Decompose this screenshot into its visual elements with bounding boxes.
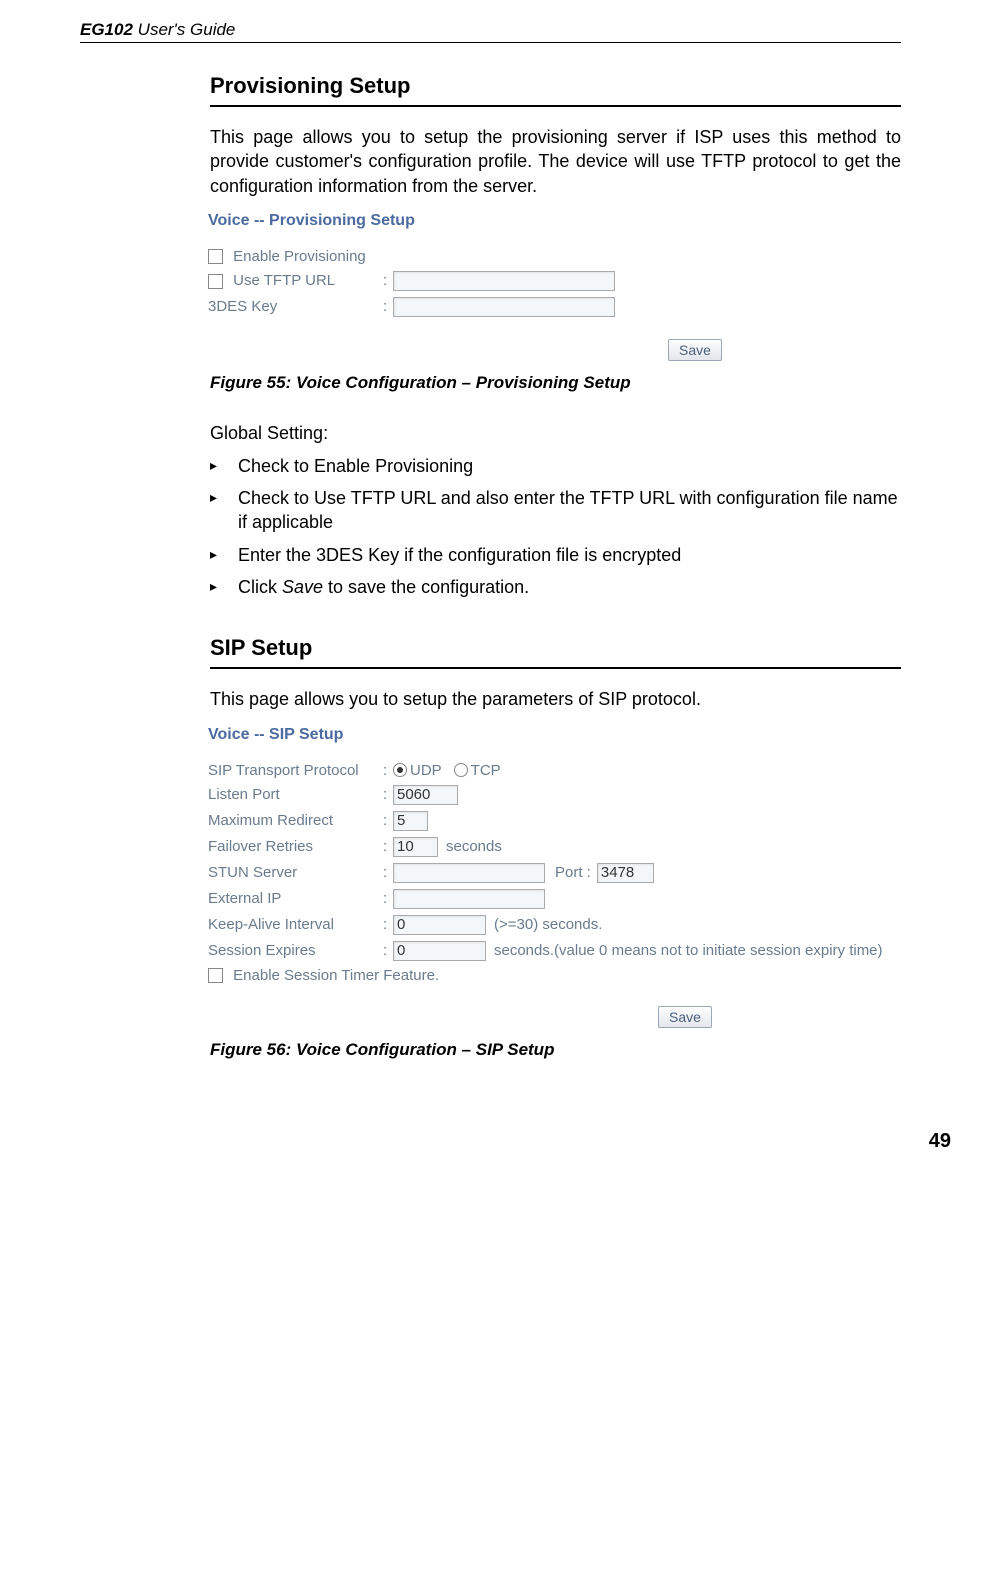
external-ip-label: External IP bbox=[208, 890, 383, 907]
bullet-arrow-icon: ▸ bbox=[210, 575, 238, 596]
des-key-input[interactable] bbox=[393, 297, 615, 317]
enable-session-timer-checkbox[interactable] bbox=[208, 968, 223, 983]
bullet-text: Check to Enable Provisioning bbox=[238, 454, 473, 478]
figure-55-caption: Figure 55: Voice Configuration – Provisi… bbox=[210, 373, 901, 393]
max-redirect-label: Maximum Redirect bbox=[208, 812, 383, 829]
global-setting-label: Global Setting: bbox=[210, 423, 901, 444]
use-tftp-checkbox[interactable] bbox=[208, 274, 223, 289]
sip-intro-text: This page allows you to setup the parame… bbox=[210, 687, 901, 711]
figure-56-caption: Figure 56: Voice Configuration – SIP Set… bbox=[210, 1040, 901, 1060]
bullet-save-word: Save bbox=[282, 577, 323, 597]
bullet-arrow-icon: ▸ bbox=[210, 486, 238, 507]
page-number: 49 bbox=[0, 1130, 981, 1163]
provisioning-fig-title: Voice -- Provisioning Setup bbox=[208, 212, 901, 230]
tcp-radio[interactable] bbox=[454, 763, 468, 777]
enable-session-timer-label: Enable Session Timer Feature. bbox=[233, 967, 439, 984]
bullet-save-suffix: to save the configuration. bbox=[323, 577, 529, 597]
udp-radio[interactable] bbox=[393, 763, 407, 777]
header-suffix: User's Guide bbox=[133, 20, 235, 39]
provisioning-figure: Voice -- Provisioning Setup Enable Provi… bbox=[208, 212, 901, 361]
provisioning-setup-heading: Provisioning Setup bbox=[210, 73, 901, 107]
bullet-save-prefix: Click bbox=[238, 577, 282, 597]
failover-retries-input[interactable]: 10 bbox=[393, 837, 438, 857]
enable-provisioning-checkbox[interactable] bbox=[208, 249, 223, 264]
sip-save-button[interactable]: Save bbox=[658, 1006, 712, 1028]
bullet-text: Enter the 3DES Key if the configuration … bbox=[238, 543, 681, 567]
bullet-save-text: Click Save to save the configuration. bbox=[238, 575, 529, 599]
provisioning-bullets: ▸Check to Enable Provisioning ▸Check to … bbox=[210, 454, 901, 599]
enable-provisioning-label: Enable Provisioning bbox=[233, 248, 366, 265]
bullet-arrow-icon: ▸ bbox=[210, 543, 238, 564]
udp-label: UDP bbox=[410, 762, 442, 779]
sip-fig-title: Voice -- SIP Setup bbox=[208, 726, 901, 744]
use-tftp-label: Use TFTP URL bbox=[233, 272, 335, 289]
external-ip-input[interactable] bbox=[393, 889, 545, 909]
provisioning-save-button[interactable]: Save bbox=[668, 339, 722, 361]
des-key-label: 3DES Key bbox=[208, 298, 383, 315]
stun-port-label: Port : bbox=[555, 864, 591, 881]
max-redirect-input[interactable]: 5 bbox=[393, 811, 428, 831]
sip-figure: Voice -- SIP Setup SIP Transport Protoco… bbox=[208, 726, 901, 1028]
bullet-arrow-icon: ▸ bbox=[210, 454, 238, 475]
sip-setup-heading: SIP Setup bbox=[210, 635, 901, 669]
stun-port-input[interactable]: 3478 bbox=[597, 863, 654, 883]
seconds-label: seconds bbox=[446, 838, 502, 855]
listen-port-label: Listen Port bbox=[208, 786, 383, 803]
transport-protocol-label: SIP Transport Protocol bbox=[208, 762, 383, 779]
session-expires-input[interactable]: 0 bbox=[393, 941, 486, 961]
session-note: seconds.(value 0 means not to initiate s… bbox=[494, 942, 883, 959]
page-header: EG102 User's Guide bbox=[80, 20, 901, 43]
stun-server-label: STUN Server bbox=[208, 864, 383, 881]
stun-server-input[interactable] bbox=[393, 863, 545, 883]
product-name: EG102 bbox=[80, 20, 133, 39]
bullet-text: Check to Use TFTP URL and also enter the… bbox=[238, 486, 901, 535]
keepalive-input[interactable]: 0 bbox=[393, 915, 486, 935]
keepalive-note: (>=30) seconds. bbox=[494, 916, 602, 933]
provisioning-intro-text: This page allows you to setup the provis… bbox=[210, 125, 901, 198]
failover-retries-label: Failover Retries bbox=[208, 838, 383, 855]
listen-port-input[interactable]: 5060 bbox=[393, 785, 458, 805]
keepalive-label: Keep-Alive Interval bbox=[208, 916, 383, 933]
session-expires-label: Session Expires bbox=[208, 942, 383, 959]
tftp-url-input[interactable] bbox=[393, 271, 615, 291]
tcp-label: TCP bbox=[471, 762, 501, 779]
